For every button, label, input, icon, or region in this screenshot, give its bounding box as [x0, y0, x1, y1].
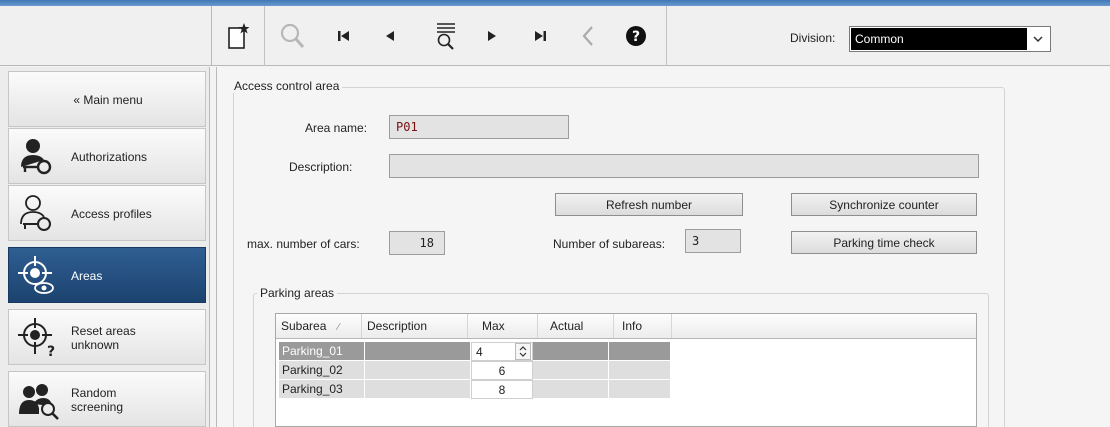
parking-time-check-button[interactable]: Parking time check [791, 231, 977, 254]
svg-text:?: ? [632, 29, 640, 45]
subareas-label: Number of subareas: [553, 237, 666, 251]
toolbar-separator [264, 6, 265, 66]
sidebar: « Main menu Authorizations Access profil… [0, 67, 210, 427]
target-question-icon: ? [15, 318, 63, 360]
sidebar-item-areas[interactable]: Areas [8, 247, 206, 303]
access-control-area-title: Access control area [231, 79, 343, 93]
main-menu-button[interactable]: « Main menu [8, 71, 206, 127]
division-label: Division: [790, 31, 836, 45]
sidebar-item-reset-areas-unknown[interactable]: ? Reset areas unknown [8, 309, 206, 365]
column-header-actual[interactable]: Actual [538, 314, 614, 338]
cell-subarea: Parking_02 [279, 361, 365, 380]
new-record-icon[interactable] [224, 16, 254, 56]
toolbar: ? Division: Common [0, 6, 1110, 66]
area-name-label: Area name: [305, 121, 368, 135]
quantity-stepper[interactable] [515, 343, 531, 360]
filter-search-icon[interactable] [432, 16, 460, 56]
area-name-field[interactable]: P01 [389, 115, 569, 139]
help-icon[interactable]: ? [622, 16, 650, 56]
toolbar-left-blank [0, 6, 212, 66]
cell-subarea: Parking_03 [279, 380, 365, 399]
column-header-description[interactable]: Description [362, 314, 468, 338]
previous-record-icon[interactable] [378, 16, 402, 56]
next-record-icon[interactable] [480, 16, 504, 56]
column-header-max[interactable]: Max [468, 314, 538, 338]
max-cars-field[interactable]: 18 [389, 231, 445, 255]
sidebar-item-access-profiles[interactable]: Access profiles [8, 185, 206, 241]
refresh-number-button[interactable]: Refresh number [555, 193, 743, 216]
sidebar-item-label: Authorizations [71, 150, 148, 164]
chevron-down-icon[interactable] [1026, 27, 1050, 51]
cell-max[interactable]: 6 [471, 361, 533, 380]
cell-actual [533, 361, 609, 380]
sidebar-item-label: Random screening [71, 386, 124, 414]
cell-info [609, 361, 671, 380]
sidebar-item-authorizations[interactable]: Authorizations [8, 128, 206, 184]
cell-actual [533, 380, 609, 399]
max-cars-label: max. number of cars: [247, 237, 360, 251]
cell-description [365, 380, 471, 399]
description-field[interactable] [389, 154, 979, 178]
synchronize-counter-button[interactable]: Synchronize counter [791, 193, 977, 216]
cell-info [609, 342, 671, 361]
cell-subarea: Parking_01 [279, 342, 365, 361]
back-icon[interactable] [576, 16, 600, 56]
cell-description [365, 361, 471, 380]
search-icon[interactable] [278, 16, 308, 56]
parking-areas-title: Parking areas [257, 286, 338, 300]
column-header-subarea[interactable]: Subarea ⁄ [276, 314, 362, 338]
key-person-icon [15, 137, 63, 177]
sidebar-item-random-screening[interactable]: Random screening [8, 371, 206, 427]
table-header: Subarea ⁄ Description Max Actual Info [276, 314, 976, 339]
toolbar-separator [666, 6, 667, 66]
first-record-icon[interactable] [332, 16, 356, 56]
column-header-info[interactable]: Info [614, 314, 672, 338]
sidebar-item-label: Access profiles [71, 207, 152, 221]
division-select[interactable]: Common [849, 26, 1051, 52]
target-eye-icon [15, 256, 63, 296]
cell-info [609, 380, 671, 399]
cell-actual [533, 342, 609, 361]
sort-ascending-icon: ⁄ [337, 322, 340, 333]
main-content: Access control area Area name: P01 Descr… [216, 67, 1110, 427]
cell-description [365, 342, 471, 361]
description-label: Description: [289, 160, 353, 174]
people-search-icon [15, 380, 63, 420]
sidebar-item-label: Areas [71, 269, 103, 283]
svg-text:?: ? [47, 344, 55, 358]
cell-max[interactable]: 8 [471, 380, 533, 399]
division-selected-value: Common [851, 28, 1027, 50]
subareas-field[interactable]: 3 [685, 229, 741, 253]
key-person-outline-icon [15, 194, 63, 234]
main-menu-label: « Main menu [73, 93, 143, 107]
sidebar-item-label: Reset areas unknown [71, 324, 136, 352]
parking-areas-table: Subarea ⁄ Description Max Actual Info Pa… [275, 313, 977, 427]
last-record-icon[interactable] [528, 16, 552, 56]
app-window: ? Division: Common « Main menu Authoriza… [0, 0, 1110, 427]
